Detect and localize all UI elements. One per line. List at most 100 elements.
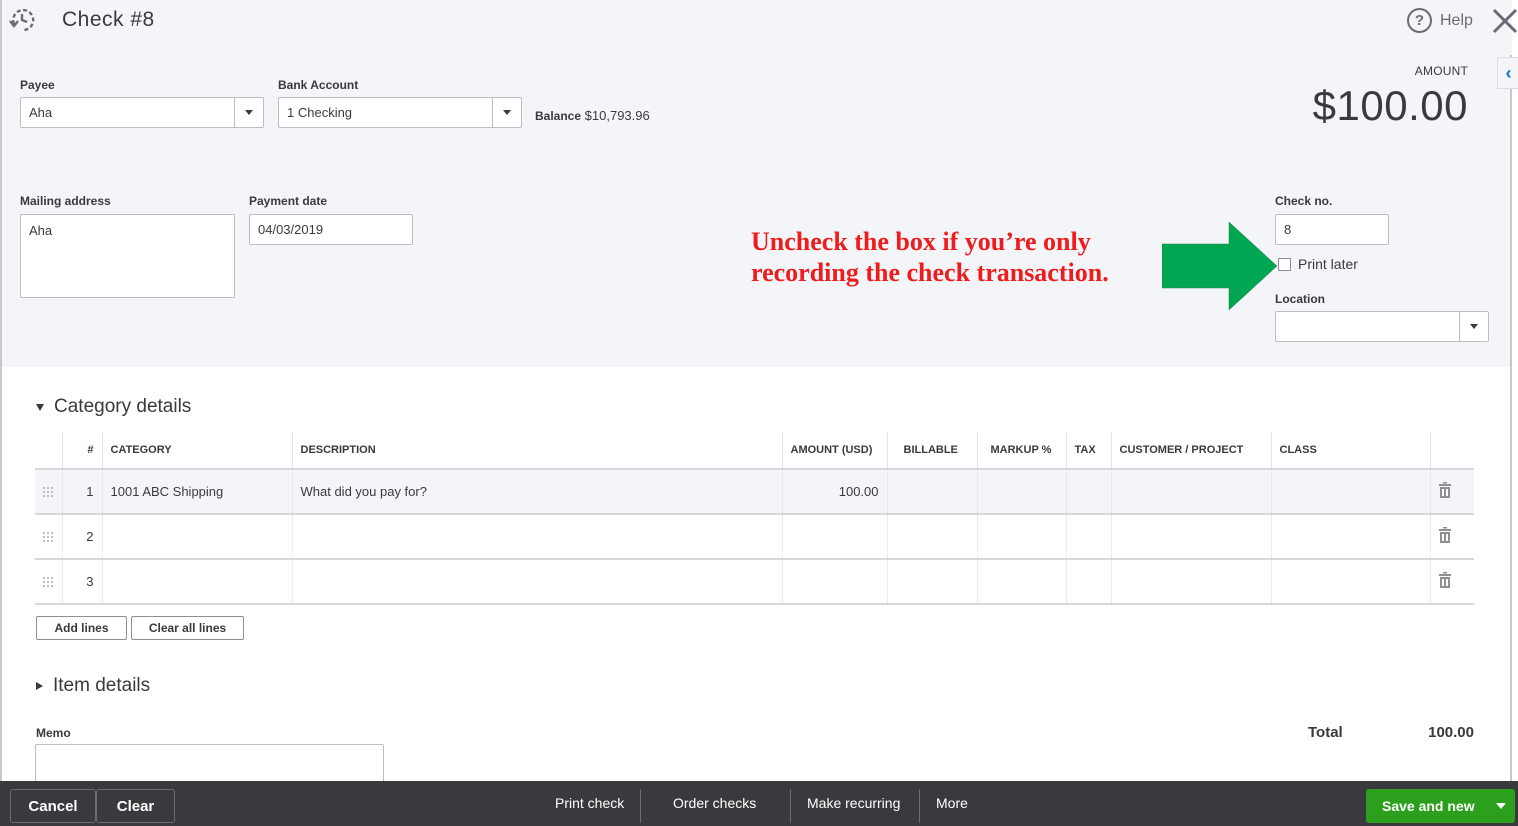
payee-label: Payee: [20, 78, 55, 92]
save-and-new-button[interactable]: Save and new: [1366, 789, 1515, 823]
drag-handle-icon[interactable]: [43, 531, 54, 542]
row-number: 3: [61, 559, 102, 605]
check-no-value: 8: [1284, 222, 1292, 237]
item-details-title: Item details: [53, 675, 151, 696]
billable-cell[interactable]: [886, 514, 977, 560]
category-cell[interactable]: [101, 514, 292, 560]
table-header-row: # CATEGORY DESCRIPTION AMOUNT (USD) BILL…: [35, 432, 1474, 470]
amount-value: $100.00: [1312, 82, 1468, 129]
drag-handle-cell[interactable]: [35, 559, 62, 605]
amount-cell[interactable]: [781, 559, 887, 605]
tax-cell[interactable]: [1065, 514, 1111, 560]
col-tax: TAX: [1065, 432, 1111, 470]
annotation-arrow-icon: [1162, 222, 1277, 310]
billable-cell[interactable]: [886, 469, 977, 515]
clear-button[interactable]: Clear: [96, 789, 175, 823]
delete-cell[interactable]: [1429, 559, 1474, 605]
payee-value: Aha: [29, 105, 53, 120]
trash-icon[interactable]: [1438, 527, 1451, 543]
right-side-panel: [1510, 55, 1518, 781]
table-row[interactable]: 3: [35, 559, 1474, 605]
order-checks-link[interactable]: Order checks: [673, 795, 756, 811]
help-button[interactable]: ? Help: [1407, 8, 1473, 33]
delete-cell[interactable]: [1429, 514, 1474, 560]
tax-cell[interactable]: [1065, 559, 1111, 605]
annotation-text: Uncheck the box if you’re only recording…: [751, 226, 1109, 288]
memo-textarea[interactable]: [35, 744, 384, 784]
payee-dropdown-button[interactable]: [234, 98, 263, 127]
save-options-dropdown[interactable]: [1487, 803, 1515, 809]
cancel-button[interactable]: Cancel: [10, 789, 96, 823]
caret-down-icon: [1496, 803, 1506, 809]
amount-label: AMOUNT: [1414, 64, 1468, 78]
col-category: CATEGORY: [101, 432, 292, 470]
category-cell[interactable]: 1001 ABC Shipping: [101, 469, 292, 515]
history-icon[interactable]: [8, 6, 36, 34]
item-details-toggle[interactable]: Item details: [36, 675, 150, 697]
add-lines-button[interactable]: Add lines: [36, 616, 127, 640]
mailing-address-label: Mailing address: [20, 194, 111, 208]
class-cell[interactable]: [1270, 514, 1430, 560]
side-panel-toggle[interactable]: ‹: [1497, 57, 1518, 89]
save-and-new-label[interactable]: Save and new: [1366, 798, 1487, 814]
location-dropdown-button[interactable]: [1459, 312, 1488, 341]
location-label: Location: [1275, 292, 1325, 306]
print-check-link[interactable]: Print check: [555, 795, 624, 811]
drag-handle-cell[interactable]: [35, 514, 62, 560]
amount-cell[interactable]: [781, 514, 887, 560]
category-cell[interactable]: [101, 559, 292, 605]
mailing-address-textarea[interactable]: Aha: [20, 214, 235, 298]
markup-cell[interactable]: [976, 469, 1066, 515]
total-label: Total: [1308, 724, 1343, 741]
table-row[interactable]: 1 1001 ABC Shipping What did you pay for…: [35, 469, 1474, 515]
trash-icon[interactable]: [1438, 572, 1451, 588]
payment-date-label: Payment date: [249, 194, 328, 208]
more-link[interactable]: More: [936, 795, 968, 811]
tax-cell[interactable]: [1065, 469, 1111, 515]
description-cell[interactable]: [291, 559, 782, 605]
balance-value: $10,793.96: [584, 108, 650, 123]
col-customer-project: CUSTOMER / PROJECT: [1110, 432, 1271, 470]
make-recurring-link[interactable]: Make recurring: [807, 795, 900, 811]
delete-cell[interactable]: [1429, 469, 1474, 515]
category-details-toggle[interactable]: Category details: [36, 396, 191, 418]
bank-account-dropdown-button[interactable]: [492, 98, 521, 127]
class-cell[interactable]: [1270, 559, 1430, 605]
customer-project-cell[interactable]: [1110, 559, 1271, 605]
payee-select[interactable]: Aha: [20, 97, 264, 128]
table-row[interactable]: 2: [35, 514, 1474, 560]
location-select[interactable]: [1275, 311, 1489, 342]
close-icon[interactable]: [1490, 4, 1518, 36]
description-cell[interactable]: What did you pay for?: [291, 469, 782, 515]
trash-icon[interactable]: [1438, 482, 1451, 498]
markup-cell[interactable]: [976, 559, 1066, 605]
footer-divider: [790, 789, 791, 823]
drag-handle-icon[interactable]: [43, 486, 54, 497]
bank-account-value: 1 Checking: [287, 105, 353, 120]
row-number: 1: [61, 469, 102, 515]
clear-all-lines-button[interactable]: Clear all lines: [131, 616, 244, 640]
total-value: 100.00: [1428, 724, 1474, 741]
annotation-line-1: Uncheck the box if you’re only: [751, 227, 1091, 256]
amount-cell[interactable]: 100.00: [781, 469, 887, 515]
print-later-checkbox[interactable]: [1278, 258, 1291, 271]
drag-handle-icon[interactable]: [43, 576, 54, 587]
customer-project-cell[interactable]: [1110, 514, 1271, 560]
row-number: 2: [61, 514, 102, 560]
expand-caret-icon: [36, 682, 43, 690]
payment-date-input[interactable]: 04/03/2019: [249, 214, 413, 245]
memo-label: Memo: [36, 726, 71, 740]
billable-cell[interactable]: [886, 559, 977, 605]
page-title: Check #8: [62, 8, 155, 31]
class-cell[interactable]: [1270, 469, 1430, 515]
print-later-label[interactable]: Print later: [1298, 256, 1358, 272]
bank-account-select[interactable]: 1 Checking: [278, 97, 522, 128]
annotation-line-2: recording the check transaction.: [751, 258, 1109, 287]
drag-handle-cell[interactable]: [35, 469, 62, 515]
markup-cell[interactable]: [976, 514, 1066, 560]
category-details-title: Category details: [54, 396, 192, 417]
col-class: CLASS: [1270, 432, 1430, 470]
customer-project-cell[interactable]: [1110, 469, 1271, 515]
check-no-input[interactable]: 8: [1275, 214, 1389, 245]
description-cell[interactable]: [291, 514, 782, 560]
